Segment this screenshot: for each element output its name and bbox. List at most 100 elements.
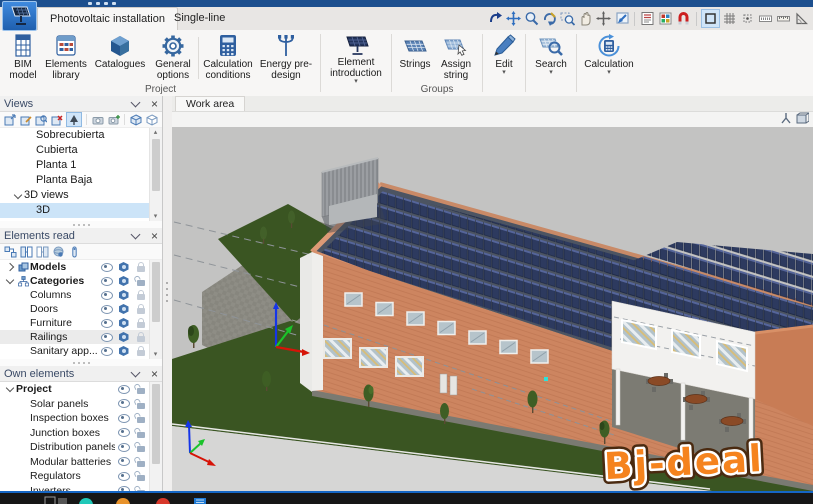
tree-row-sanitary[interactable]: Sanitary app... xyxy=(0,344,162,358)
send-to-window-icon[interactable] xyxy=(613,10,630,27)
3d-view-icon[interactable] xyxy=(66,112,82,127)
protractor-icon[interactable] xyxy=(793,10,810,27)
strings-button[interactable]: Strings xyxy=(396,33,434,83)
energy-pre-design-button[interactable]: Energy pre-design xyxy=(256,33,316,83)
redraw-icon[interactable] xyxy=(541,10,558,27)
own-elements-scrollbar[interactable]: ▾ xyxy=(149,382,162,499)
view-group-3d-views[interactable]: 3D views xyxy=(0,188,162,203)
quick-access-icon[interactable] xyxy=(96,2,100,5)
view-item-sobrecubierta[interactable]: Sobrecubierta xyxy=(0,128,162,143)
3d-box-icon[interactable] xyxy=(115,332,132,342)
taskbar-app-icon[interactable] xyxy=(192,496,208,504)
view-item-cubierta[interactable]: Cubierta xyxy=(0,143,162,158)
3d-viewport-canvas[interactable]: Bj-deal Bj-deal Bj-deal xyxy=(171,127,813,493)
lock-open-icon[interactable] xyxy=(132,428,149,438)
tree-row-inspection-boxes[interactable]: Inspection boxes xyxy=(0,411,162,426)
tree-row-railings[interactable]: Railings xyxy=(0,330,162,344)
tree-row-distribution-panels[interactable]: Distribution panels xyxy=(0,440,162,455)
panel-resize-handle[interactable] xyxy=(0,221,162,228)
quick-access-icon[interactable] xyxy=(104,2,108,5)
lock-open-icon[interactable] xyxy=(132,442,149,453)
visibility-eye-icon[interactable] xyxy=(98,332,115,342)
move-view-icon[interactable] xyxy=(595,10,612,27)
axes-tripod-icon[interactable] xyxy=(780,112,792,127)
calculation-button[interactable]: Calculation ▾ xyxy=(581,33,637,83)
visibility-eye-icon[interactable] xyxy=(98,304,115,314)
scrollbar-thumb[interactable] xyxy=(151,139,160,191)
zoom-extents-icon[interactable] xyxy=(505,10,522,27)
edit-button[interactable]: Edit ▾ xyxy=(487,33,521,83)
visibility-eye-icon[interactable] xyxy=(115,413,132,423)
work-area-tab[interactable]: Work area xyxy=(175,96,246,111)
visibility-eye-icon[interactable] xyxy=(98,262,115,272)
scroll-down-icon[interactable]: ▾ xyxy=(150,212,161,221)
tree-row-solar-panels[interactable]: Solar panels xyxy=(0,397,162,412)
scroll-up-icon[interactable]: ▴ xyxy=(150,128,161,137)
3d-box-icon[interactable] xyxy=(115,262,132,272)
duplicate-view-icon[interactable] xyxy=(35,113,49,126)
visibility-eye-icon[interactable] xyxy=(115,399,132,409)
lock-open-icon[interactable] xyxy=(132,384,149,395)
sphere-visibility-icon[interactable] xyxy=(51,245,65,258)
new-view-icon[interactable] xyxy=(3,113,17,126)
tree-row-furniture[interactable]: Furniture xyxy=(0,316,162,330)
scrollbar-thumb[interactable] xyxy=(151,262,160,322)
search-button[interactable]: Search ▾ xyxy=(530,33,572,83)
tree-row-doors[interactable]: Doors xyxy=(0,302,162,316)
taskbar-app-icon[interactable] xyxy=(78,496,94,504)
lock-icon[interactable] xyxy=(132,332,149,342)
visibility-eye-icon[interactable] xyxy=(98,290,115,300)
bim-model-button[interactable]: BIM model xyxy=(5,33,41,83)
tree-row-models[interactable]: Models xyxy=(0,260,162,274)
visibility-eye-icon[interactable] xyxy=(115,471,132,481)
lock-open-icon[interactable] xyxy=(132,413,149,424)
tree-row-regulators[interactable]: Regulators xyxy=(0,469,162,484)
dimension-icon[interactable] xyxy=(757,10,774,27)
lock-icon[interactable] xyxy=(132,304,149,314)
3d-box-icon[interactable] xyxy=(115,346,132,356)
tree-row-modular-batteries[interactable]: Modular batteries xyxy=(0,455,162,470)
box-open-icon[interactable] xyxy=(129,113,143,126)
link-vertical-icon[interactable] xyxy=(35,245,49,258)
close-icon[interactable]: × xyxy=(151,230,158,242)
tree-row-columns[interactable]: Columns xyxy=(0,288,162,302)
ruler-icon[interactable] xyxy=(775,10,792,27)
link-horizontal-icon[interactable] xyxy=(19,245,33,258)
scroll-down-icon[interactable]: ▾ xyxy=(150,350,161,359)
elements-library-button[interactable]: Elements library xyxy=(41,33,91,83)
visibility-eye-icon[interactable] xyxy=(115,457,132,467)
lock-icon[interactable] xyxy=(132,262,149,272)
dxf-dwg-layers-icon[interactable] xyxy=(657,10,674,27)
edit-view-icon[interactable] xyxy=(19,113,33,126)
lock-icon[interactable] xyxy=(132,318,149,328)
chevron-down-icon[interactable] xyxy=(130,229,141,239)
lock-open-icon[interactable] xyxy=(132,457,149,467)
visibility-eye-icon[interactable] xyxy=(115,384,132,394)
reference-pin-icon[interactable] xyxy=(67,245,81,258)
dxf-dwg-template-icon[interactable] xyxy=(639,10,656,27)
close-icon[interactable]: × xyxy=(151,368,158,380)
elements-read-scrollbar[interactable]: ▾ xyxy=(149,260,162,359)
box-link-icon[interactable] xyxy=(145,113,159,126)
zoom-window-icon[interactable] xyxy=(559,10,576,27)
chevron-down-icon[interactable] xyxy=(4,384,16,393)
close-icon[interactable]: × xyxy=(151,98,158,110)
lock-icon[interactable] xyxy=(132,346,149,356)
lock-open-icon[interactable] xyxy=(132,399,149,409)
object-snap-icon[interactable] xyxy=(739,10,756,27)
visibility-eye-icon[interactable] xyxy=(98,346,115,356)
assign-string-button[interactable]: Assign string xyxy=(434,33,478,83)
lock-icon[interactable] xyxy=(132,290,149,300)
visibility-eye-icon[interactable] xyxy=(115,442,132,452)
lock-open-icon[interactable] xyxy=(132,471,149,482)
visibility-eye-icon[interactable] xyxy=(98,318,115,328)
camera-add-icon[interactable] xyxy=(107,113,121,126)
grid-icon[interactable] xyxy=(721,10,738,27)
view-item-planta-1[interactable]: Planta 1 xyxy=(0,158,162,173)
views-scrollbar[interactable]: ▴ ▾ xyxy=(149,128,162,221)
3d-box-icon[interactable] xyxy=(115,290,132,300)
catalogues-button[interactable]: Catalogues xyxy=(91,33,149,83)
chevron-down-icon[interactable] xyxy=(130,367,141,377)
sidebar-splitter[interactable] xyxy=(163,96,172,491)
element-introduction-button[interactable]: Element introduction ▾ xyxy=(325,33,387,85)
